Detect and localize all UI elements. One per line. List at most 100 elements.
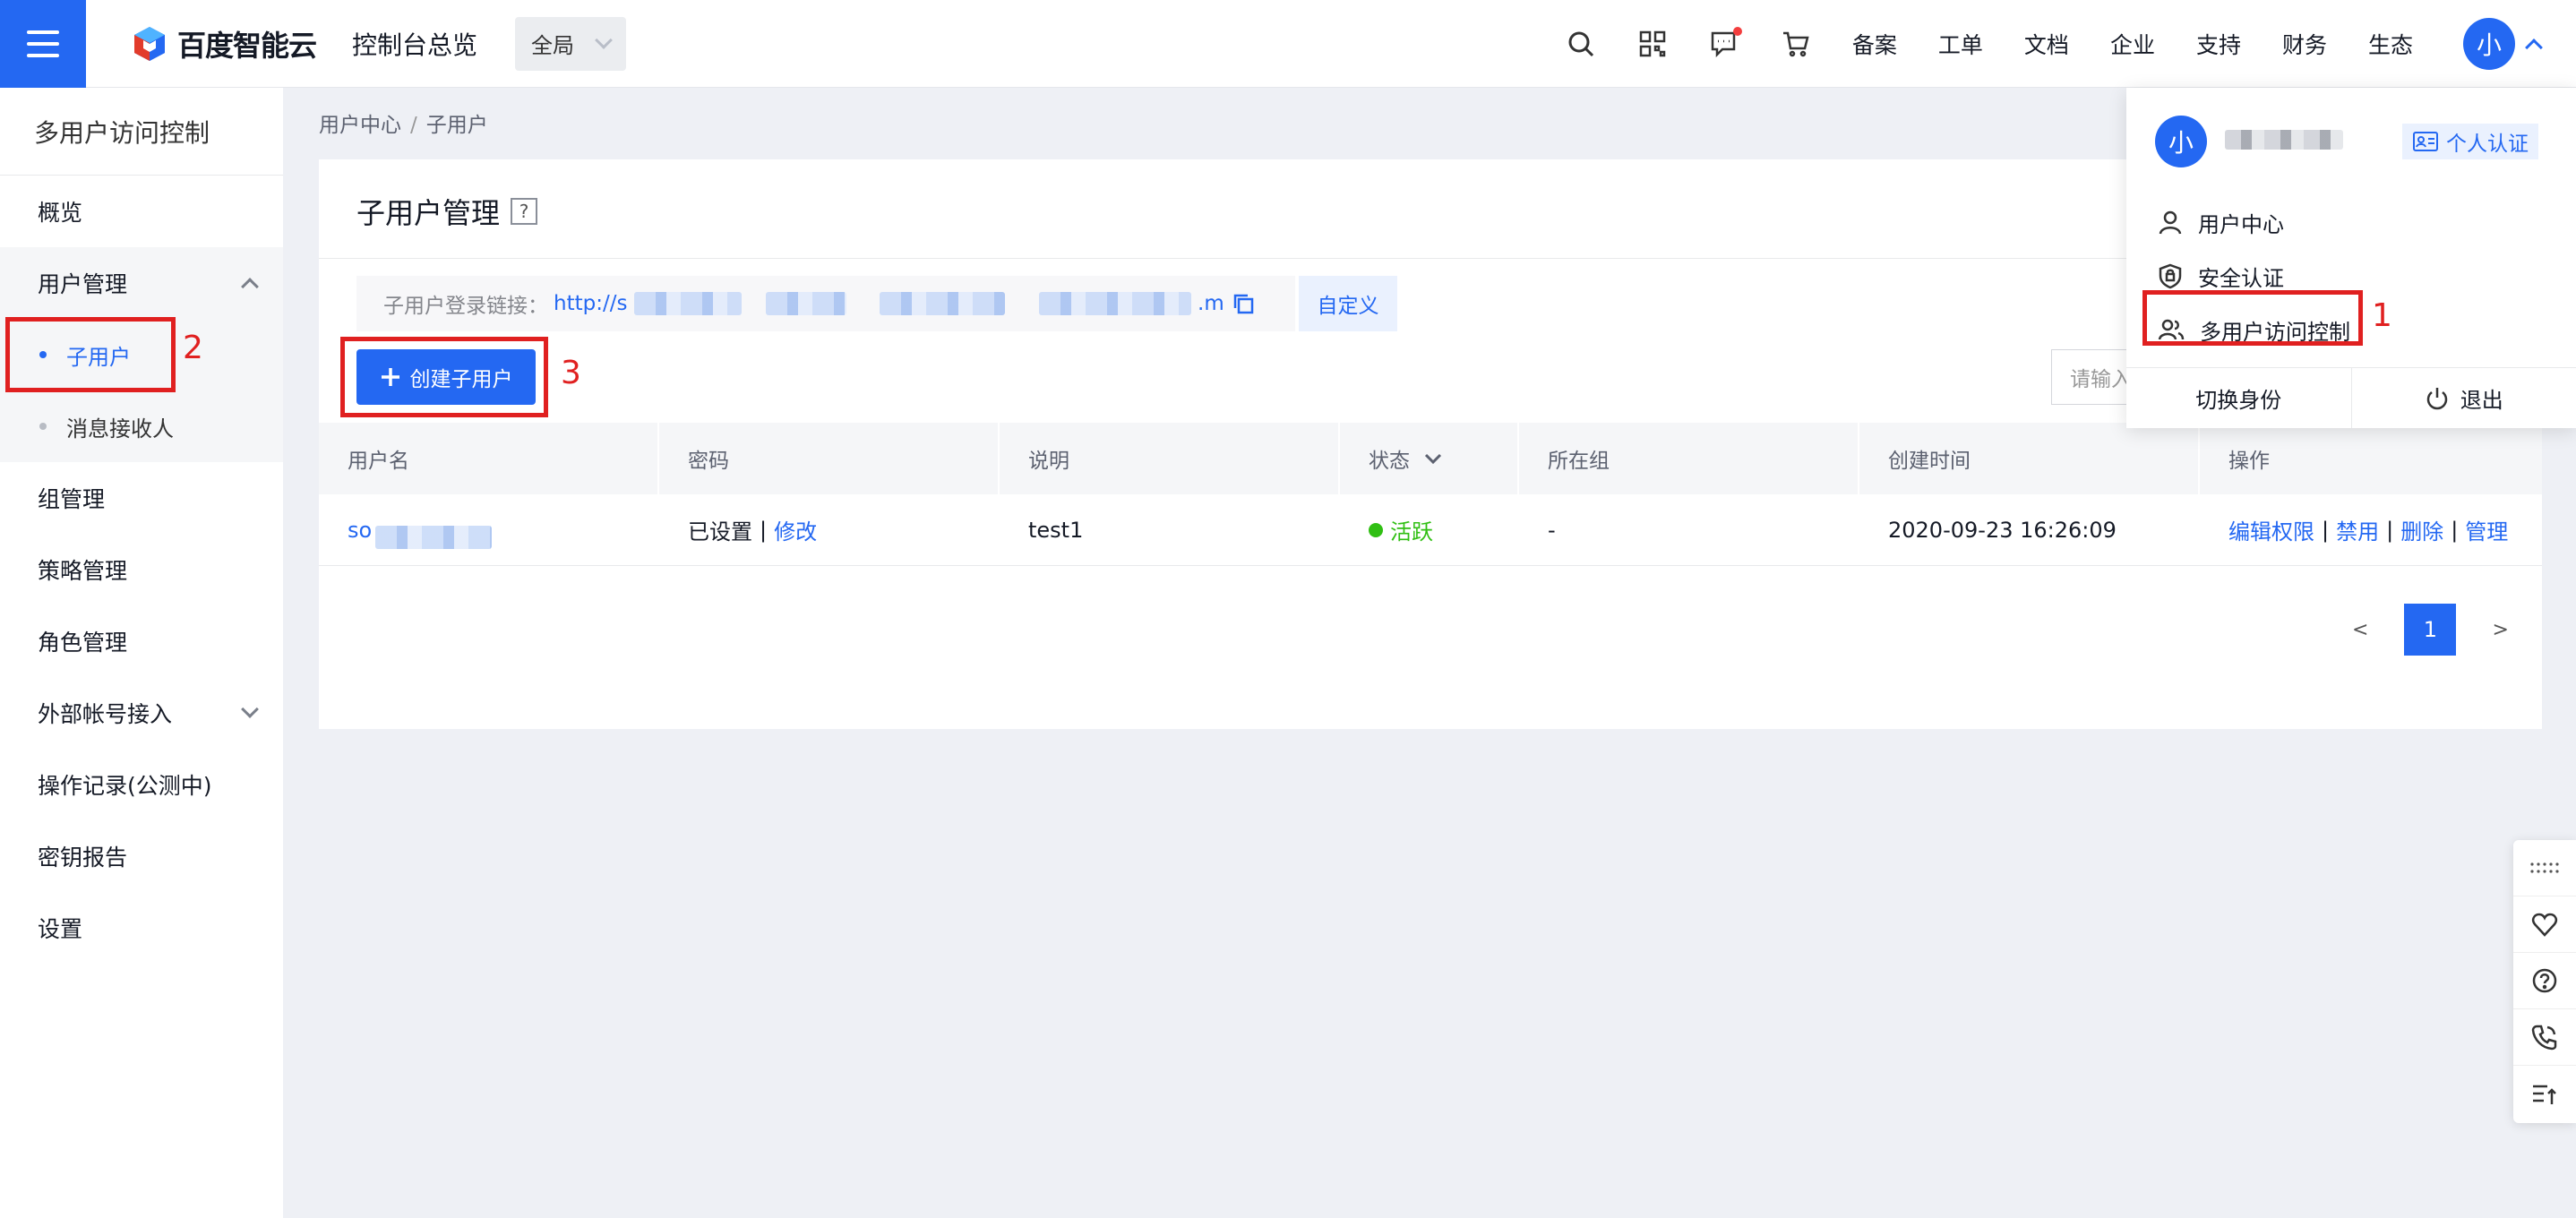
baidu-cloud-logo-icon xyxy=(134,26,165,61)
column-status-label: 状态 xyxy=(1369,450,1410,473)
cell-description: test1 xyxy=(1028,517,1084,543)
message-icon[interactable] xyxy=(1688,0,1760,88)
breadcrumb-root[interactable]: 用户中心 xyxy=(319,114,401,137)
annotation-number-3: 3 xyxy=(561,355,581,391)
personal-verify-label: 个人认证 xyxy=(2446,133,2529,156)
column-description: 说明 xyxy=(1000,423,1340,494)
page-title: 子用户管理 ? xyxy=(356,191,538,232)
help-circle-icon[interactable] xyxy=(2513,953,2576,1009)
help-icon[interactable]: ? xyxy=(511,198,538,225)
sidebar-item-group-mgmt[interactable]: 组管理 xyxy=(0,462,283,534)
separator: | xyxy=(2451,517,2459,543)
redacted-text xyxy=(633,292,742,316)
dropdown-item-user-center[interactable]: 用户中心 xyxy=(2126,195,2576,249)
chevron-up-icon[interactable] xyxy=(2525,38,2543,56)
sidebar-item-label: 操作记录(公测中) xyxy=(38,773,212,799)
sidebar-item-user-mgmt[interactable]: 用户管理 xyxy=(0,247,283,319)
drag-handle-icon[interactable] xyxy=(2513,840,2576,896)
delete-link[interactable]: 删除 xyxy=(2400,514,2443,545)
copy-icon[interactable] xyxy=(1232,292,1255,315)
column-created: 创建时间 xyxy=(1859,423,2200,494)
cart-icon[interactable] xyxy=(1760,0,1832,88)
dropdown-avatar: 小 xyxy=(2155,116,2207,167)
sidebar-item-msg-receiver[interactable]: 消息接收人 xyxy=(0,390,283,462)
sidebar-item-label: 角色管理 xyxy=(38,630,128,656)
separator: | xyxy=(2386,517,2394,543)
status-badge: 活跃 xyxy=(1390,519,1433,545)
breadcrumb-current: 子用户 xyxy=(425,114,488,137)
disable-link[interactable]: 禁用 xyxy=(2336,514,2379,545)
breadcrumb-separator: / xyxy=(410,114,417,137)
nav-ticket[interactable]: 工单 xyxy=(1918,28,2004,60)
sidebar-item-label: 设置 xyxy=(38,916,83,942)
nav-finance[interactable]: 财务 xyxy=(2262,28,2348,60)
console-overview-link[interactable]: 控制台总览 xyxy=(352,26,477,62)
cell-username[interactable]: so xyxy=(319,494,659,565)
dropdown-item-label: 安全认证 xyxy=(2198,265,2284,291)
sidebar-item-role-mgmt[interactable]: 角色管理 xyxy=(0,605,283,677)
personal-verify-button[interactable]: 个人认证 xyxy=(2402,124,2538,159)
sidebar-item-overview[interactable]: 概览 xyxy=(0,176,283,247)
annotation-number-2: 2 xyxy=(183,330,203,366)
nav-beian[interactable]: 备案 xyxy=(1832,28,1918,60)
edit-password-link[interactable]: 修改 xyxy=(774,514,817,545)
pagination-next[interactable]: > xyxy=(2492,619,2508,641)
separator: | xyxy=(760,517,768,543)
sidebar-item-key-report[interactable]: 密钥报告 xyxy=(0,820,283,892)
bullet-icon xyxy=(39,423,47,430)
login-link-label: 子用户登录链接： xyxy=(383,295,548,318)
logo[interactable]: 百度智能云 xyxy=(131,23,317,64)
column-actions: 操作 xyxy=(2228,450,2270,473)
customize-button[interactable]: 自定义 xyxy=(1299,276,1397,331)
favorite-icon[interactable] xyxy=(2513,896,2576,953)
pagination: < 1 > xyxy=(2352,604,2509,656)
cell-created: 2020-09-23 16:26:09 xyxy=(1888,517,2117,543)
chevron-down-icon xyxy=(241,700,259,718)
nav-support[interactable]: 支持 xyxy=(2176,28,2262,60)
qrcode-icon[interactable] xyxy=(1617,0,1688,88)
user-dropdown: 小 个人认证 用户中心 安全认证 多用户访问控制 切换身份 退出 xyxy=(2126,88,2576,428)
sidebar-item-policy-mgmt[interactable]: 策略管理 xyxy=(0,534,283,605)
login-link-url[interactable]: http://s .m xyxy=(554,292,1224,316)
chevron-down-icon xyxy=(595,30,613,49)
sidebar-item-op-log[interactable]: 操作记录(公测中) xyxy=(0,749,283,820)
phone-icon[interactable] xyxy=(2513,1009,2576,1066)
region-select-value: 全局 xyxy=(531,33,575,58)
nav-enterprise[interactable]: 企业 xyxy=(2090,28,2176,60)
sidebar-item-label: 用户管理 xyxy=(38,271,128,297)
pagination-page-1[interactable]: 1 xyxy=(2404,604,2457,656)
chevron-up-icon xyxy=(241,278,259,296)
column-status[interactable]: 状态 xyxy=(1340,423,1519,494)
floating-toolbar xyxy=(2513,840,2576,1123)
logout-label: 退出 xyxy=(2460,388,2503,413)
cell-status: 活跃 xyxy=(1340,494,1519,565)
user-avatar[interactable]: 小 xyxy=(2463,17,2515,70)
sidebar-item-label: 消息接收人 xyxy=(66,416,174,442)
breadcrumb: 用户中心 / 子用户 xyxy=(319,107,488,138)
cell-actions: 编辑权限 | 禁用 | 删除 | 管理 xyxy=(2200,494,2542,565)
username-link[interactable]: so xyxy=(348,518,372,543)
dropdown-header: 小 个人认证 xyxy=(2126,88,2576,195)
filter-chevron-down-icon[interactable] xyxy=(1422,448,1444,469)
table-row: so 已设置 | 修改 test1 活跃 - 2020-09-23 16:26:… xyxy=(319,494,2542,566)
search-icon[interactable] xyxy=(1545,0,1617,88)
redacted-text xyxy=(880,292,1006,316)
sidebar-item-external-account[interactable]: 外部帐号接入 xyxy=(0,677,283,749)
nav-docs[interactable]: 文档 xyxy=(2004,28,2090,60)
power-icon xyxy=(2426,387,2447,409)
manage-link[interactable]: 管理 xyxy=(2465,514,2508,545)
hamburger-menu-icon[interactable] xyxy=(0,0,86,88)
notification-dot xyxy=(1732,26,1742,36)
nav-ecosystem[interactable]: 生态 xyxy=(2348,28,2434,60)
pagination-prev[interactable]: < xyxy=(2352,619,2368,641)
edit-permission-link[interactable]: 编辑权限 xyxy=(2228,514,2314,545)
region-select[interactable]: 全局 xyxy=(515,16,627,71)
sidebar-item-label: 外部帐号接入 xyxy=(38,701,173,727)
logout-button[interactable]: 退出 xyxy=(2352,368,2576,428)
switch-identity-button[interactable]: 切换身份 xyxy=(2126,368,2352,428)
sidebar-item-settings[interactable]: 设置 xyxy=(0,892,283,964)
back-to-top-icon[interactable] xyxy=(2513,1066,2576,1122)
id-card-icon xyxy=(2413,132,2438,151)
dropdown-footer: 切换身份 退出 xyxy=(2126,367,2576,428)
annotation-box-1 xyxy=(2142,290,2363,346)
